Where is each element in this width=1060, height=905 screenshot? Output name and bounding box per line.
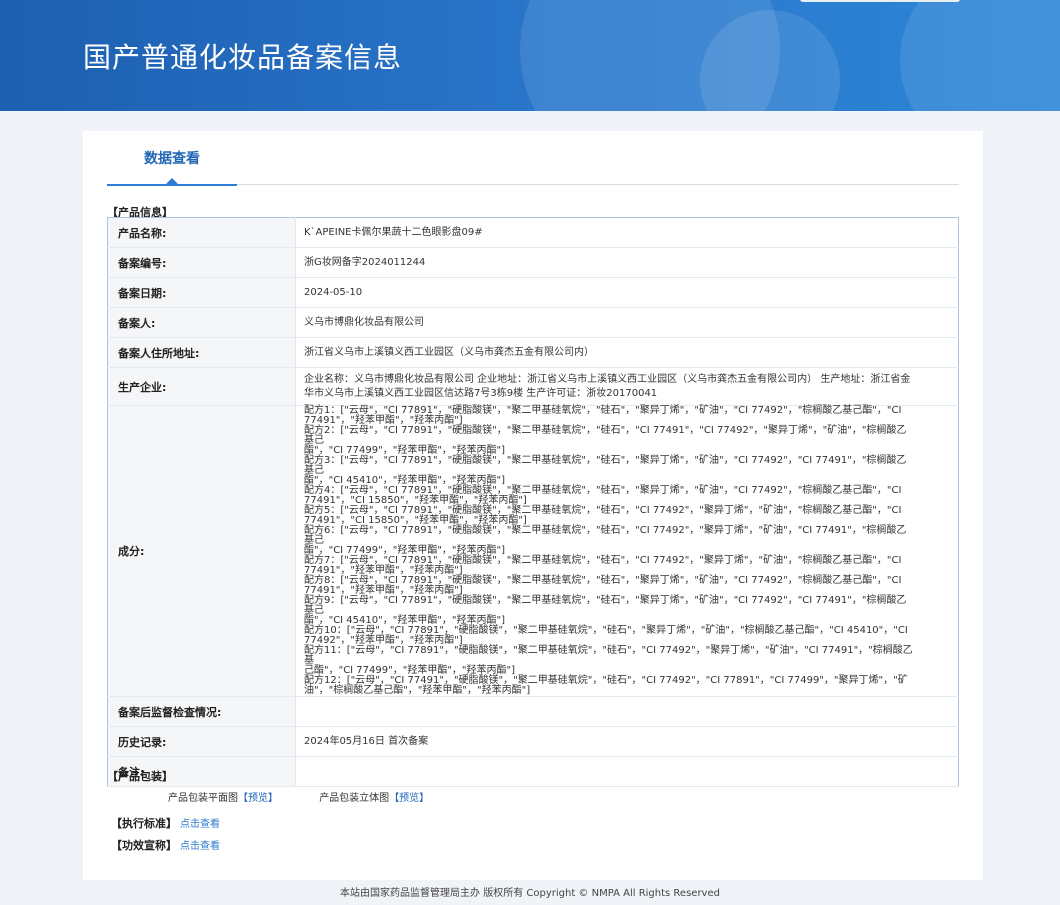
supervision-value xyxy=(295,696,959,727)
packaging-flat: 产品包装平面图【预览】 xyxy=(168,789,278,804)
table-row: 备案后监督检查情况: xyxy=(107,696,959,727)
ingredient-line: 油"，"棕榈酸乙基己酯"，"羟苯甲酯"，"羟苯丙酯"] xyxy=(304,685,531,696)
standard-view-link[interactable]: 点击查看 xyxy=(180,819,220,830)
content-card: 数据查看 【产品信息】 产品名称: K`APEINE卡佩尔果蔬十二色眼影盘09#… xyxy=(83,131,983,880)
packaging-flat-label: 产品包装平面图 xyxy=(168,793,238,804)
table-row: 生产企业: 企业名称：义乌市博鼎化妆品有限公司 企业地址：浙江省义乌市上溪镇义西… xyxy=(107,367,959,406)
packaging-solid-preview-link[interactable]: 【预览】 xyxy=(389,793,429,804)
section-label-packaging: 【产品包装】 xyxy=(107,770,173,783)
remark-value xyxy=(295,756,959,787)
filer-address-value: 浙江省义乌市上溪镇义西工业园区（义乌市龚杰五金有限公司内） xyxy=(295,337,959,368)
efficacy-view-link[interactable]: 点击查看 xyxy=(180,841,220,852)
table-row: 备案人住所地址: 浙江省义乌市上溪镇义西工业园区（义乌市龚杰五金有限公司内） xyxy=(107,337,959,368)
ingredients-value: 配方1：["云母"，"CI 77891"，"硬脂酸镁"，"聚二甲基硅氧烷"，"硅… xyxy=(295,405,959,697)
ingredient-line: 配方9：["云母"，"CI 77891"，"硬脂酸镁"，"聚二甲基硅氧烷"，"硅… xyxy=(304,595,907,616)
product-name-value: K`APEINE卡佩尔果蔬十二色眼影盘09# xyxy=(295,217,959,248)
manufacturer-value: 企业名称：义乌市博鼎化妆品有限公司 企业地址：浙江省义乌市上溪镇义西工业园区（义… xyxy=(295,367,959,406)
table-row: 备案日期: 2024-05-10 xyxy=(107,277,959,308)
table-row: 历史记录: 2024年05月16日 首次备案 xyxy=(107,726,959,757)
record-no-label: 备案编号: xyxy=(107,247,296,278)
filer-address-label: 备案人住所地址: xyxy=(107,337,296,368)
product-name-label: 产品名称: xyxy=(107,217,296,248)
supervision-label: 备案后监督检查情况: xyxy=(107,696,296,727)
efficacy-row: 【功效宣称】 点击查看 xyxy=(111,837,220,853)
table-row: 备案编号: 浙G妆网备字2024011244 xyxy=(107,247,959,278)
ingredient-line: 配方11：["云母"，"CI 77891"，"硬脂酸镁"，"聚二甲基硅氧烷"，"… xyxy=(304,645,913,666)
packaging-flat-preview-link[interactable]: 【预览】 xyxy=(238,793,278,804)
tab-active-underline xyxy=(107,184,237,186)
standard-row: 【执行标准】 点击查看 xyxy=(111,815,220,831)
table-row: 备注: xyxy=(107,756,959,787)
filer-value: 义乌市博鼎化妆品有限公司 xyxy=(295,307,959,338)
table-row: 备案人: 义乌市博鼎化妆品有限公司 xyxy=(107,307,959,338)
record-no-value: 浙G妆网备字2024011244 xyxy=(295,247,959,278)
ingredient-line: 配方6：["云母"，"CI 77891"，"硬脂酸镁"，"聚二甲基硅氧烷"，"硅… xyxy=(304,525,907,546)
record-date-label: 备案日期: xyxy=(107,277,296,308)
ingredient-line: 配方2：["云母"，"CI 77891"，"硬脂酸镁"，"聚二甲基硅氧烷"，"硅… xyxy=(304,425,907,446)
top-search-bar[interactable] xyxy=(800,0,960,2)
section-label-efficacy: 【功效宣称】 xyxy=(111,839,177,852)
table-row: 产品名称: K`APEINE卡佩尔果蔬十二色眼影盘09# xyxy=(107,217,959,248)
table-row: 成分: 配方1：["云母"，"CI 77891"，"硬脂酸镁"，"聚二甲基硅氧烷… xyxy=(107,405,959,697)
filer-label: 备案人: xyxy=(107,307,296,338)
manufacturer-label: 生产企业: xyxy=(107,367,296,406)
product-info-table: 产品名称: K`APEINE卡佩尔果蔬十二色眼影盘09# 备案编号: 浙G妆网备… xyxy=(107,217,959,787)
packaging-row: 产品包装平面图【预览】 产品包装立体图【预览】 xyxy=(168,789,467,804)
tab-active-arrow xyxy=(166,178,178,184)
tab-bar: 数据查看 xyxy=(107,131,959,186)
record-date-value: 2024-05-10 xyxy=(295,277,959,308)
history-label: 历史记录: xyxy=(107,726,296,757)
ingredient-line: 配方3：["云母"，"CI 77891"，"硬脂酸镁"，"聚二甲基硅氧烷"，"硅… xyxy=(304,455,907,476)
header-banner: 国产普通化妆品备案信息 xyxy=(0,0,1060,111)
section-label-standard: 【执行标准】 xyxy=(111,817,177,830)
packaging-solid-label: 产品包装立体图 xyxy=(319,793,390,804)
banner-decoration xyxy=(900,0,1060,111)
page-title: 国产普通化妆品备案信息 xyxy=(83,41,403,74)
tab-data-view[interactable]: 数据查看 xyxy=(107,131,237,185)
footer-copyright: 本站由国家药品监督管理局主办 版权所有 Copyright © NMPA All… xyxy=(340,888,720,899)
history-value: 2024年05月16日 首次备案 xyxy=(295,726,959,757)
ingredients-label: 成分: xyxy=(107,405,296,697)
packaging-solid: 产品包装立体图【预览】 xyxy=(319,789,429,804)
